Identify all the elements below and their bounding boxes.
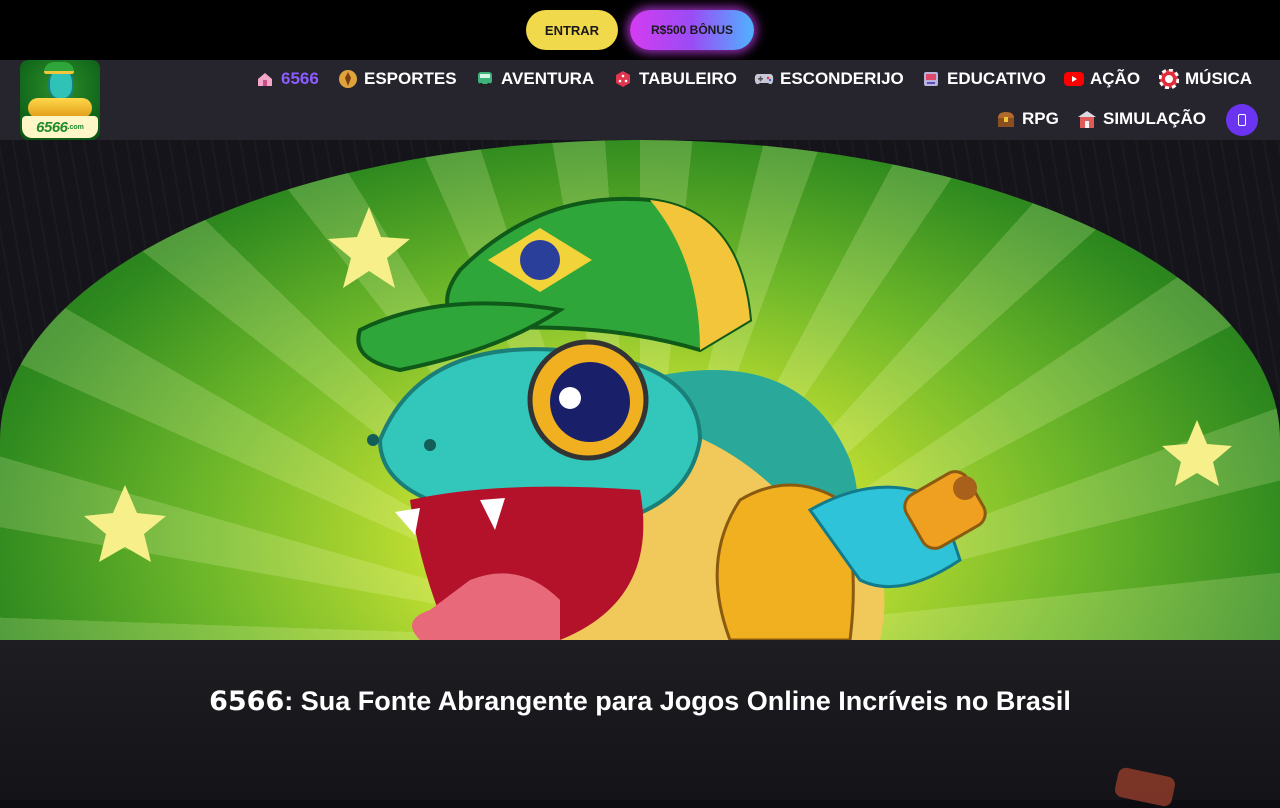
home-icon: [255, 69, 275, 89]
nav-label: SIMULAÇÃO: [1103, 109, 1206, 128]
nav-item-esportes[interactable]: ESPORTES: [338, 66, 457, 92]
nav-item-6566[interactable]: 6566: [255, 66, 319, 92]
nav-label: 6566: [281, 69, 319, 88]
main-nav: 6566 .com 6566 ESPORTES AVENTURA TABULEIR…: [0, 60, 1280, 140]
page-title: 6566: Sua Fonte Abrangente para Jogos On…: [0, 686, 1280, 717]
top-bar: ENTRAR R$500 BÔNUS: [0, 0, 1280, 60]
bus-icon: [475, 69, 495, 89]
nav-item-aventura[interactable]: AVENTURA: [475, 66, 594, 92]
logo-plate: 6566 .com: [22, 116, 98, 138]
star-icon: [328, 207, 410, 288]
nav-label: EDUCATIVO: [947, 69, 1046, 88]
nav-item-educativo[interactable]: EDUCATIVO: [921, 66, 1046, 92]
menu-button[interactable]: [1226, 104, 1258, 136]
cap-icon: [44, 62, 74, 74]
youtube-play-icon: [1064, 69, 1084, 89]
nav-item-musica[interactable]: MÚSICA: [1159, 66, 1252, 92]
nav-label: TABULEIRO: [639, 69, 737, 88]
treasure-chest-icon: [996, 109, 1016, 129]
logo-text: 6566: [36, 118, 68, 136]
nav-item-simulacao[interactable]: SIMULAÇÃO: [1077, 106, 1206, 132]
arcade-icon: [921, 69, 941, 89]
nav-label: ESPORTES: [364, 69, 457, 88]
coins-icon: [28, 98, 92, 118]
star-icon: [84, 485, 166, 562]
bonus-button[interactable]: R$500 BÔNUS: [630, 10, 754, 50]
nav-label: AVENTURA: [501, 69, 595, 88]
menu-icon: [1238, 114, 1246, 126]
nav-item-acao[interactable]: AÇÃO: [1064, 66, 1140, 92]
login-button[interactable]: ENTRAR: [526, 10, 618, 50]
mascot-illustration: [84, 196, 1232, 640]
star-icon: [1162, 420, 1232, 486]
building-icon: [1077, 109, 1097, 129]
poker-chip-icon: [1159, 69, 1179, 89]
dice-icon: [613, 69, 633, 89]
site-logo[interactable]: 6566 .com: [20, 60, 100, 140]
page-title-text: : Sua Fonte Abrangente para Jogos Online…: [284, 686, 1071, 716]
nav-item-esconderijo[interactable]: ESCONDERIJO: [754, 66, 904, 92]
logo-suffix: .com: [67, 123, 84, 131]
sports-ball-icon: [338, 69, 358, 89]
nav-label: ESCONDERIJO: [780, 69, 904, 88]
nav-label: AÇÃO: [1090, 69, 1141, 88]
nav-item-tabuleiro[interactable]: TABULEIRO: [613, 66, 737, 92]
nav-label: MÚSICA: [1185, 69, 1253, 88]
headline-section: [0, 640, 1280, 800]
nav-label: RPG: [1022, 109, 1059, 128]
page-title-brand: 6566: [209, 686, 285, 717]
gamepad-icon: [754, 69, 774, 89]
nav-item-rpg[interactable]: RPG: [996, 106, 1059, 132]
hero-banner[interactable]: [0, 140, 1280, 640]
